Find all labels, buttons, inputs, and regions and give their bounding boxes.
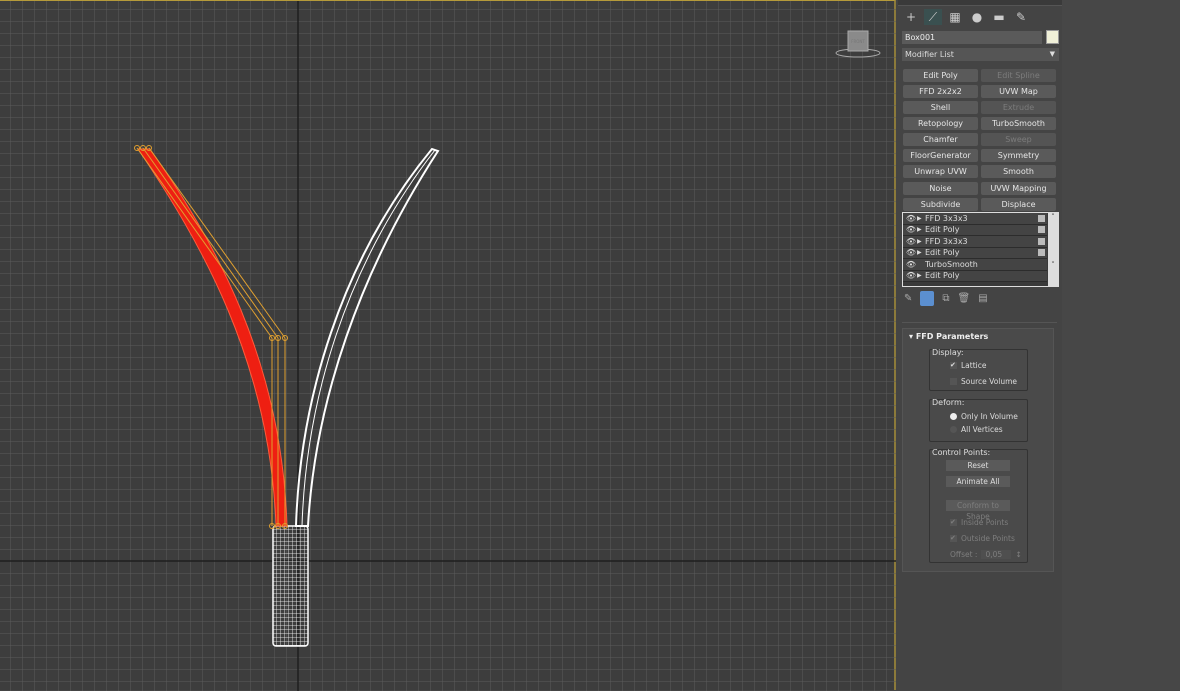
stack-item-box [1038, 214, 1045, 222]
utilities-tab-wrench-icon[interactable]: ✎ [1012, 9, 1030, 25]
viewcube-label: FRONT [851, 39, 865, 44]
panel-empty-area [1062, 0, 1180, 690]
chevron-down-icon: ▼ [1049, 50, 1055, 58]
modifier-button-subdivide[interactable]: Subdivide [903, 198, 978, 211]
stack-item[interactable]: 👁 ▶ Edit Poly [903, 270, 1047, 282]
stack-item-label: FFD 3x3x3 [925, 213, 968, 223]
stack-item[interactable]: 👁 ▶ FFD 3x3x3 [903, 213, 1047, 225]
eye-icon[interactable]: 👁 [905, 248, 917, 257]
divider [902, 322, 1057, 323]
command-panel-tabs: + ⟋ ▦ ● ▬ ✎ [902, 9, 1030, 25]
command-panel: + ⟋ ▦ ● ▬ ✎ Box001 Modifier List ▼ Edit P… [898, 0, 1180, 690]
stack-item-box [1038, 237, 1045, 245]
modifier-button-edit-spline[interactable]: Edit Spline [981, 69, 1056, 82]
offset-value: 0,05 [981, 550, 1012, 559]
stack-item-label: Edit Poly [925, 271, 960, 281]
hierarchy-tab-icon[interactable]: ▦ [946, 9, 964, 25]
expand-triangle-icon[interactable]: ▶ [917, 249, 925, 256]
modifier-button-ffd-2x2x2[interactable]: FFD 2x2x2 [903, 85, 978, 98]
deform-label: Deform: [932, 398, 965, 407]
stack-item[interactable]: 👁 TurboSmooth [903, 259, 1047, 271]
modify-tab-icon[interactable]: ⟋ [924, 9, 942, 25]
eye-icon[interactable]: 👁 [905, 237, 917, 246]
reset-button[interactable]: Reset [946, 460, 1010, 471]
expand-triangle-icon[interactable]: ▶ [917, 215, 925, 222]
modifier-button-chamfer[interactable]: Chamfer [903, 133, 978, 146]
modifier-sets-buttons: Edit Poly Edit Spline FFD 2x2x2 UVW Map Shel… [903, 69, 1056, 211]
offset-spinner[interactable]: Offset :0,05 ↕ [950, 550, 1022, 559]
only-in-volume-radio[interactable]: Only In Volume [950, 412, 1018, 421]
all-vertices-radio[interactable]: All Vertices [950, 425, 1003, 434]
show-end-result-button[interactable] [920, 291, 935, 306]
modifier-button-edit-poly[interactable]: Edit Poly [903, 69, 978, 82]
stack-item[interactable]: 👁 ▶ Edit Poly [903, 224, 1047, 236]
stack-item[interactable]: 👁 ▶ FFD 3x3x3 [903, 236, 1047, 248]
control-points-label: Control Points: [932, 448, 991, 457]
modifier-button-uvw-map[interactable]: UVW Map [981, 85, 1056, 98]
modifier-button-smooth[interactable]: Smooth [981, 165, 1056, 178]
eye-icon[interactable]: 👁 [905, 260, 917, 269]
modifier-button-turbosmooth[interactable]: TurboSmooth [981, 117, 1056, 130]
modifier-button-uvw-mapping-clear[interactable]: UVW Mapping Clear [981, 182, 1056, 206]
modifier-button-extrude[interactable]: Extrude [981, 101, 1056, 114]
stem-mesh[interactable] [272, 525, 309, 647]
control-points-group: Control Points: Reset Animate All Confor… [929, 448, 1028, 563]
configure-modifier-sets-icon[interactable]: ▤ [978, 293, 987, 304]
make-unique-icon[interactable]: ⧉ [942, 293, 949, 304]
modifier-button-noise[interactable]: Noise [903, 182, 978, 195]
animate-all-button[interactable]: Animate All [946, 476, 1010, 487]
object-name-field[interactable]: Box001 [902, 31, 1042, 44]
stack-item-label: Edit Poly [925, 248, 960, 258]
modifier-button-floorgenerator[interactable]: FloorGenerator [903, 149, 978, 162]
grid [0, 1, 896, 691]
eye-icon[interactable]: 👁 [905, 271, 917, 280]
modifier-stack[interactable]: 👁 ▶ FFD 3x3x3 👁 ▶ Edit Poly 👁 ▶ FFD 3x3x3 👁 ▶ Edit … [902, 212, 1059, 287]
rollout-title[interactable]: ▾ FFD Parameters [909, 332, 988, 341]
remove-modifier-trash-icon[interactable]: 🗑 [958, 293, 971, 304]
modifier-list-dropdown[interactable]: Modifier List ▼ [902, 48, 1059, 61]
motion-tab-icon[interactable]: ● [968, 9, 986, 25]
create-tab-plus-icon[interactable]: + [902, 9, 920, 25]
viewport-front[interactable]: FRONT [0, 0, 896, 691]
ffd-parameters-rollout: ▾ FFD Parameters Display: ✔ Lattice Sourc… [902, 328, 1054, 572]
stack-item-label: FFD 3x3x3 [925, 236, 968, 246]
stack-item[interactable]: 👁 ▶ Edit Poly [903, 247, 1047, 259]
viewport-canvas[interactable]: FRONT [0, 1, 896, 691]
eye-icon[interactable]: 👁 [905, 225, 917, 234]
pin-stack-icon[interactable]: ✎ [904, 293, 912, 304]
modifier-button-sweep[interactable]: Sweep [981, 133, 1056, 146]
expand-triangle-icon[interactable]: ▶ [917, 272, 925, 279]
object-color-swatch[interactable] [1046, 30, 1059, 44]
modifier-button-shell[interactable]: Shell [903, 101, 978, 114]
conform-to-shape-button[interactable]: Conform to Shape [946, 500, 1010, 521]
modifier-button-unwrap-uvw[interactable]: Unwrap UVW [903, 165, 978, 178]
modifier-button-retopology[interactable]: Retopology [903, 117, 978, 130]
inside-points-checkbox[interactable]: ✔ Inside Points [950, 518, 1008, 527]
eye-icon[interactable]: 👁 [905, 214, 917, 223]
stack-item-label: Edit Poly [925, 225, 960, 235]
deform-group: Deform: Only In Volume All Vertices [929, 398, 1028, 442]
display-group: Display: ✔ Lattice Source Volume [929, 348, 1028, 391]
stack-item-box [1038, 226, 1045, 234]
modifier-button-symmetry[interactable]: Symmetry [981, 149, 1056, 162]
stack-item-box [1038, 249, 1045, 257]
expand-triangle-icon[interactable]: ▶ [917, 238, 925, 245]
stack-toolbar: ✎ ⧉ 🗑 ▤ [904, 291, 988, 306]
expand-triangle-icon[interactable]: ▶ [917, 226, 925, 233]
modifier-list-label: Modifier List [905, 50, 954, 59]
lattice-checkbox[interactable]: ✔ Lattice [950, 361, 986, 370]
stack-scrollbar[interactable]: ˄ ˅ [1048, 213, 1058, 286]
display-tab-monitor-icon[interactable]: ▬ [990, 9, 1008, 25]
source-volume-checkbox[interactable]: Source Volume [950, 377, 1017, 386]
modifier-button-displace[interactable]: Displace [981, 198, 1056, 211]
outside-points-checkbox[interactable]: ✔ Outside Points [950, 534, 1015, 543]
display-label: Display: [932, 348, 964, 357]
stack-item-label: TurboSmooth [925, 259, 978, 269]
